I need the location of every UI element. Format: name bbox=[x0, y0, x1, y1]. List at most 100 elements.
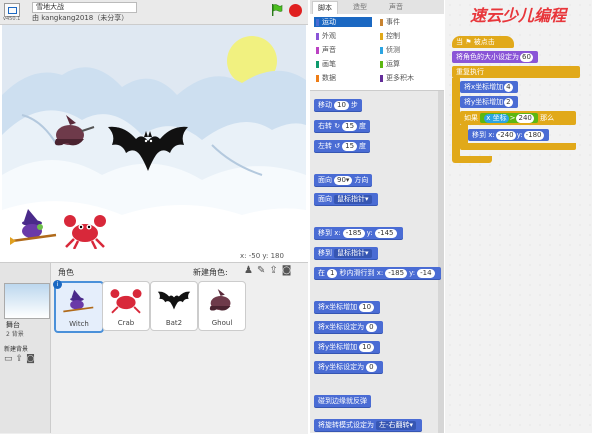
tab-sounds[interactable]: 声音 bbox=[384, 1, 408, 13]
tab-costumes[interactable]: 造型 bbox=[348, 1, 372, 13]
block-input[interactable]: -180 bbox=[523, 131, 544, 140]
block-input[interactable]: 10 bbox=[359, 343, 375, 352]
sprite-card-witch[interactable]: i Witch bbox=[53, 280, 104, 333]
stop-button[interactable] bbox=[289, 4, 302, 17]
block-input[interactable]: -14 bbox=[417, 269, 435, 278]
script-change-y[interactable]: 将y坐标增加 2 bbox=[460, 96, 518, 108]
palette-scrollbar[interactable] bbox=[438, 91, 444, 433]
fullscreen-button[interactable] bbox=[4, 3, 20, 17]
sprite-card-bat2[interactable]: Bat2 bbox=[150, 281, 198, 331]
forever-end bbox=[452, 156, 492, 163]
script-if[interactable]: 如果 x 坐标 >240 那么 bbox=[460, 111, 576, 125]
category-looks[interactable]: 外观 bbox=[314, 31, 372, 41]
category-label: 声音 bbox=[322, 46, 336, 54]
stage-canvas[interactable] bbox=[2, 25, 306, 250]
tab-scripts[interactable]: 脚本 bbox=[312, 1, 338, 14]
stage-thumbnail[interactable] bbox=[4, 283, 50, 319]
block-turn-left[interactable]: 左转 ↺ 15 度 bbox=[314, 140, 371, 152]
x-position-reporter[interactable]: x 坐标 bbox=[484, 114, 509, 123]
scripts-area[interactable] bbox=[445, 0, 592, 433]
editor-tabs: 脚本 造型 声音 bbox=[310, 0, 444, 14]
block-change-y[interactable]: 将y坐标增加 10 bbox=[314, 341, 381, 353]
block-change-x[interactable]: 将x坐标增加 10 bbox=[314, 301, 381, 313]
block-point-direction[interactable]: 面向 90▾ 方向 bbox=[314, 174, 373, 186]
block-glide[interactable]: 在 1 秒内滑行到 x: -185 y: -14 bbox=[314, 267, 441, 279]
green-flag-icon[interactable] bbox=[271, 4, 283, 16]
upload-backdrop-icon[interactable]: ⇪ bbox=[16, 354, 27, 364]
block-input[interactable]: 4 bbox=[504, 83, 513, 92]
block-rotation-style[interactable]: 将旋转模式设定为 左-右翻转▾ bbox=[314, 419, 423, 431]
block-input[interactable]: 60 bbox=[520, 53, 533, 62]
category-data[interactable]: 数据 bbox=[314, 73, 372, 83]
witch-sprite[interactable] bbox=[10, 207, 60, 247]
new-backdrop-tools: ▭⇪◙ bbox=[4, 354, 38, 364]
crab-sprite[interactable] bbox=[62, 213, 108, 249]
version-label: v450.1 bbox=[3, 16, 21, 22]
script-forever[interactable]: 重复执行 bbox=[452, 66, 580, 78]
watermark-text: 速云少儿编程 bbox=[470, 6, 567, 25]
category-events[interactable]: 事件 bbox=[378, 17, 436, 27]
block-input[interactable]: 1 bbox=[327, 269, 338, 278]
sprite-name: Ghoul bbox=[211, 319, 233, 327]
block-input[interactable]: 2 bbox=[504, 98, 513, 107]
camera-backdrop-icon[interactable]: ◙ bbox=[26, 354, 38, 364]
category-color-swatch bbox=[380, 33, 383, 40]
category-color-swatch bbox=[316, 19, 319, 26]
block-turn-right[interactable]: 右转 ↻ 15 度 bbox=[314, 120, 371, 132]
block-move[interactable]: 移动 10 步 bbox=[314, 99, 362, 111]
bat-sprite[interactable] bbox=[106, 121, 190, 179]
category-motion[interactable]: 运动 bbox=[314, 17, 372, 27]
block-bounce[interactable]: 碰到边缘就反弹 bbox=[314, 395, 371, 407]
block-input[interactable]: 90▾ bbox=[334, 176, 353, 185]
script-when-flag-clicked[interactable]: 当 ⚑ 被点击 bbox=[452, 36, 514, 48]
sprite-card-ghoul[interactable]: Ghoul bbox=[198, 281, 246, 331]
block-point-towards[interactable]: 面向 鼠标指针▾ bbox=[314, 193, 378, 205]
block-dropdown[interactable]: 鼠标指针▾ bbox=[334, 195, 372, 204]
block-input[interactable]: 0 bbox=[366, 323, 377, 332]
block-goto[interactable]: 移到 鼠标指针▾ bbox=[314, 247, 378, 259]
block-goto-xy[interactable]: 移到 x: -185 y: -145 bbox=[314, 227, 403, 239]
greater-than-block[interactable]: x 坐标 >240 bbox=[480, 113, 538, 123]
paint-sprite-icon[interactable]: ✎ bbox=[257, 265, 269, 276]
category-label: 侦测 bbox=[386, 46, 400, 54]
block-input[interactable]: 0 bbox=[366, 363, 377, 372]
category-color-swatch bbox=[380, 61, 383, 68]
if-end bbox=[460, 143, 576, 150]
category-pen[interactable]: 画笔 bbox=[314, 59, 372, 69]
block-categories: 运动 外观 声音 画笔 数据 事件 控制 侦测 运算 更多积木 bbox=[310, 14, 444, 91]
block-set-x[interactable]: 将x坐标设定为 0 bbox=[314, 321, 383, 333]
library-sprite-icon[interactable]: ♟ bbox=[244, 265, 257, 276]
category-operators[interactable]: 运算 bbox=[378, 59, 436, 69]
category-color-swatch bbox=[316, 75, 319, 82]
project-title-input[interactable]: 雪地大战 bbox=[32, 2, 137, 13]
category-color-swatch bbox=[380, 75, 383, 82]
upload-sprite-icon[interactable]: ⇪ bbox=[269, 265, 281, 276]
block-input[interactable]: -145 bbox=[374, 229, 397, 238]
block-input[interactable]: 10 bbox=[359, 303, 375, 312]
script-set-size[interactable]: 将角色的大小设定为 60 bbox=[452, 51, 538, 63]
sprite-card-crab[interactable]: Crab bbox=[102, 281, 150, 331]
script-change-x[interactable]: 将x坐标增加 4 bbox=[460, 81, 518, 93]
block-input[interactable]: 240 bbox=[516, 114, 534, 123]
paint-backdrop-icon[interactable]: ▭ bbox=[4, 354, 16, 364]
if-arm bbox=[460, 125, 468, 143]
block-input[interactable]: 10 bbox=[334, 101, 349, 110]
block-dropdown[interactable]: 左-右翻转▾ bbox=[376, 421, 417, 430]
block-input[interactable]: -185 bbox=[342, 229, 365, 238]
block-set-y[interactable]: 将y坐标设定为 0 bbox=[314, 361, 383, 373]
block-input[interactable]: -185 bbox=[385, 269, 408, 278]
block-input[interactable]: 15 bbox=[342, 142, 358, 151]
block-input[interactable]: 15 bbox=[342, 122, 358, 131]
block-dropdown[interactable]: 鼠标指针▾ bbox=[334, 249, 372, 258]
script-goto-xy[interactable]: 移到 x: -240 y: -180 bbox=[468, 129, 549, 141]
sprite-name: Bat2 bbox=[165, 319, 183, 327]
camera-sprite-icon[interactable]: ◙ bbox=[282, 265, 296, 276]
info-icon[interactable]: i bbox=[53, 280, 62, 289]
category-sound[interactable]: 声音 bbox=[314, 45, 372, 55]
category-sensing[interactable]: 侦测 bbox=[378, 45, 436, 55]
block-input[interactable]: -240 bbox=[495, 131, 516, 140]
category-control[interactable]: 控制 bbox=[378, 31, 436, 41]
ghoul-sprite[interactable] bbox=[48, 111, 96, 153]
category-label: 画笔 bbox=[322, 60, 336, 68]
category-more-blocks[interactable]: 更多积木 bbox=[378, 73, 436, 83]
